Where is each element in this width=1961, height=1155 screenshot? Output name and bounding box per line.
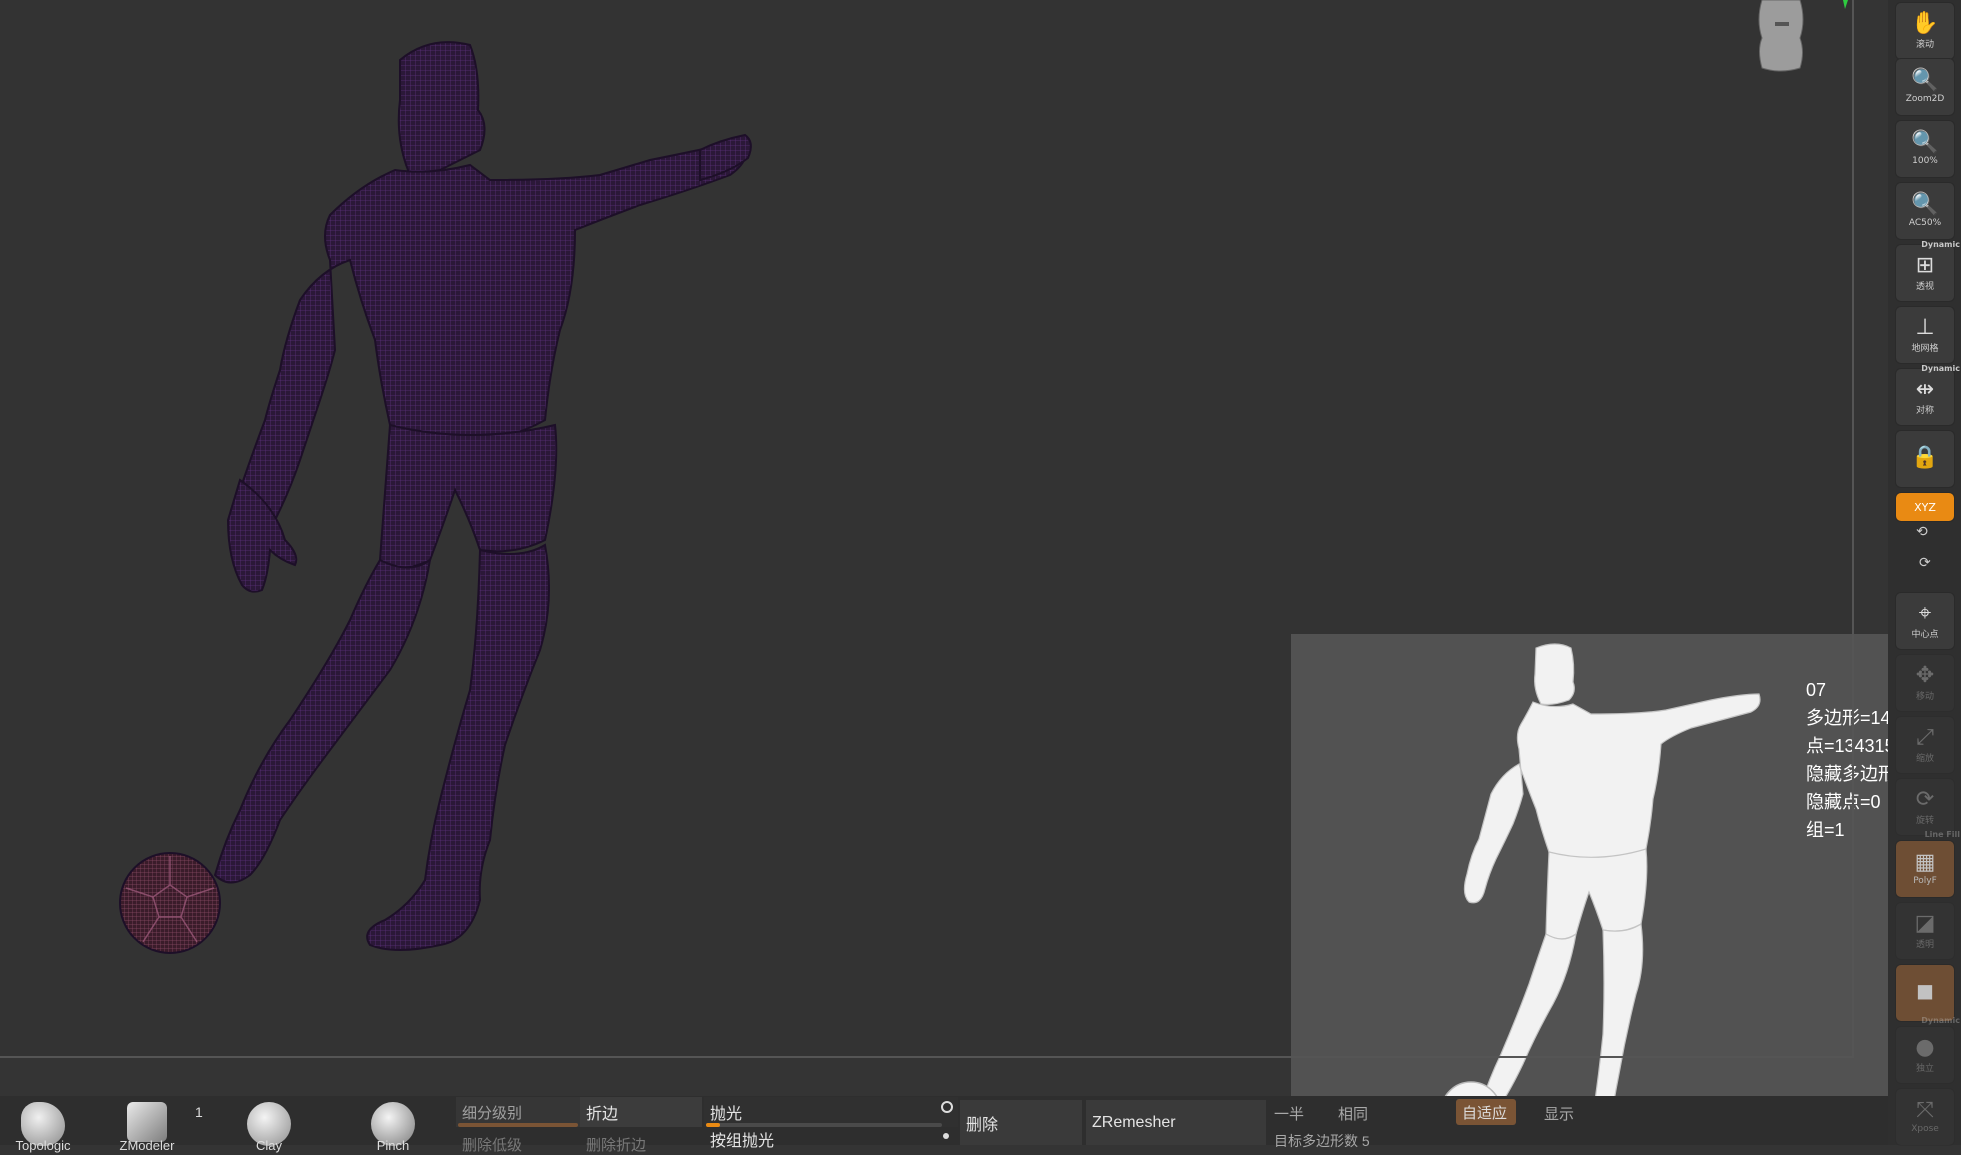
navigation-head-icon[interactable] <box>1758 0 1804 72</box>
brush-label: Topologic <box>15 1138 71 1153</box>
lock-icon: 🔒 <box>1911 445 1939 470</box>
shelf-button-label: AC50% <box>1908 218 1942 228</box>
shelf-button-label: 地网格 <box>1911 343 1939 354</box>
shelf-button-label: 透视 <box>1915 281 1934 292</box>
brush-topologic[interactable]: Topologic <box>0 1098 86 1153</box>
shelf-button-perspective[interactable]: ⊞ 透视 <box>1895 244 1955 302</box>
shelf-button-symmetry[interactable]: ⇹ 对称 <box>1895 368 1955 426</box>
shelf-button-zoom100[interactable]: 🔍 100% <box>1895 120 1955 178</box>
shelf-button-label: XYZ <box>1914 500 1936 514</box>
polish-toggle-icon[interactable] <box>941 1101 953 1113</box>
zremesher-button[interactable]: ZRemesher <box>1086 1100 1266 1145</box>
info-panel: 07 多边形=1407072 点=1343150 隐藏多边形=0 隐藏点=0 组… <box>1291 634 1961 1145</box>
shelf-button-transparent[interactable]: ◪ 透明 <box>1895 902 1955 960</box>
shelf-button-label: Xpose <box>1911 1124 1939 1134</box>
ac50-icon: 🔍 <box>1911 192 1939 217</box>
xpose-icon: ⤧ <box>1916 1098 1934 1123</box>
target-polygon-count[interactable]: 目标多边形数 5 <box>1274 1131 1370 1151</box>
polyframe-icon: ▦ <box>1914 850 1936 875</box>
group-polish-button[interactable]: 按组抛光 <box>704 1128 924 1150</box>
delete-label: 删除 <box>966 1116 999 1134</box>
brush-pinch[interactable]: Pinch <box>350 1098 436 1153</box>
shelf-button-solo[interactable]: ● 独立 <box>1895 1026 1955 1084</box>
shelf-button-scale[interactable]: ⤢ 缩放 <box>1895 716 1955 774</box>
zoom100-icon: 🔍 <box>1911 130 1939 155</box>
shelf-button-xpose[interactable]: ⤧ Xpose <box>1895 1088 1955 1146</box>
rotate-z-icon[interactable]: ⟳ <box>1919 555 1931 571</box>
viewport-border-bottom <box>0 1056 1854 1058</box>
viewport-border-right <box>1852 0 1854 1058</box>
group-polish-label: 按组抛光 <box>710 1132 775 1150</box>
hand-move-icon: ✋ <box>1911 10 1939 36</box>
ghost-icon: ◼ <box>1915 979 1935 1004</box>
shelf-button-label: 中心点 <box>1911 629 1939 640</box>
half-button[interactable]: 一半 <box>1274 1103 1304 1124</box>
brush-count: 1 <box>195 1104 203 1120</box>
shelf-button-move[interactable]: ✥ 移动 <box>1895 654 1955 712</box>
display-button[interactable]: 显示 <box>1544 1103 1574 1124</box>
shelf-caption-dynamic: Dynamic <box>1921 240 1960 249</box>
zremesher-label: ZRemesher <box>1092 1113 1176 1131</box>
delete-button[interactable]: 删除 <box>960 1100 1082 1145</box>
transparent-icon: ◪ <box>1914 910 1936 936</box>
adaptive-label: 自适应 <box>1462 1104 1508 1122</box>
solo-icon: ● <box>1915 1034 1935 1060</box>
polish-label: 抛光 <box>710 1106 743 1123</box>
brush-zmodeler[interactable]: ZModeler <box>104 1098 190 1153</box>
shelf-caption-dynamic: Dynamic <box>1921 1016 1960 1025</box>
rotate-icon: ⟳ <box>1915 786 1935 812</box>
shelf-button-rotate[interactable]: ⟳ 旋转 <box>1895 778 1955 836</box>
same-button[interactable]: 相同 <box>1338 1103 1368 1124</box>
shelf-button-ac50[interactable]: 🔍 AC50% <box>1895 182 1955 240</box>
brush-label: ZModeler <box>119 1138 175 1153</box>
rotate-y-icon[interactable]: ⟲ <box>1916 524 1928 540</box>
floor-grid-icon: ⊥ <box>1915 314 1935 340</box>
move-icon: ✥ <box>1915 662 1935 688</box>
shelf-button-polyframe[interactable]: ▦ PolyF <box>1895 840 1955 898</box>
adaptive-button[interactable]: 自适应 <box>1456 1099 1516 1125</box>
shelf-button-label: 缩放 <box>1915 753 1934 764</box>
zoom2d-icon: 🔍 <box>1911 68 1939 93</box>
shelf-button-center-point[interactable]: ⌖ 中心点 <box>1895 592 1955 650</box>
shelf-button-zoom2d[interactable]: 🔍 Zoom2D <box>1895 58 1955 116</box>
crease-label: 折边 <box>586 1106 619 1123</box>
shelf-button-label: 滚动 <box>1915 39 1934 50</box>
scale-icon: ⤢ <box>1916 724 1934 750</box>
brush-label: Clay <box>255 1138 282 1153</box>
shelf-button-label: 透明 <box>1915 939 1934 950</box>
shelf-caption-dynamic: Dynamic <box>1921 364 1960 373</box>
perspective-icon: ⊞ <box>1915 252 1935 278</box>
shelf-button-label: 100% <box>1912 156 1938 166</box>
center-point-icon: ⌖ <box>1918 600 1932 626</box>
shelf-button-label: PolyF <box>1913 876 1937 886</box>
shelf-button-label: 旋转 <box>1915 815 1934 826</box>
shelf-button-lock[interactable]: 🔒 <box>1895 430 1955 488</box>
zmodeler-brush-icon <box>127 1102 167 1142</box>
shelf-button-hand-move[interactable]: ✋ 滚动 <box>1895 2 1955 60</box>
crease-button[interactable]: 折边 <box>580 1097 702 1127</box>
shelf-button-rotate-xyz[interactable]: XYZ <box>1895 492 1955 522</box>
brush-clay[interactable]: Clay <box>226 1098 312 1153</box>
wireframe-figure[interactable] <box>213 41 752 951</box>
shelf-button-floor-grid[interactable]: ⊥ 地网格 <box>1895 306 1955 364</box>
symmetry-icon: ⇹ <box>1915 376 1935 402</box>
group-polish-dot-icon <box>943 1133 949 1139</box>
axis-indicator-icon <box>1843 0 1848 9</box>
shelf-button-label: 移动 <box>1915 691 1934 702</box>
subdivision-level-track <box>458 1123 578 1127</box>
brush-label: Pinch <box>376 1138 410 1153</box>
shelf-caption-linefill: Line Fill <box>1924 830 1960 839</box>
shelf-button-label: Zoom2D <box>1905 94 1945 104</box>
subdivision-level-label: 细分级别 <box>462 1104 523 1122</box>
shelf-button-label: 独立 <box>1915 1063 1934 1074</box>
shelf-button-ghost[interactable]: ◼ <box>1895 964 1955 1022</box>
shelf-button-label: 对称 <box>1915 405 1934 416</box>
